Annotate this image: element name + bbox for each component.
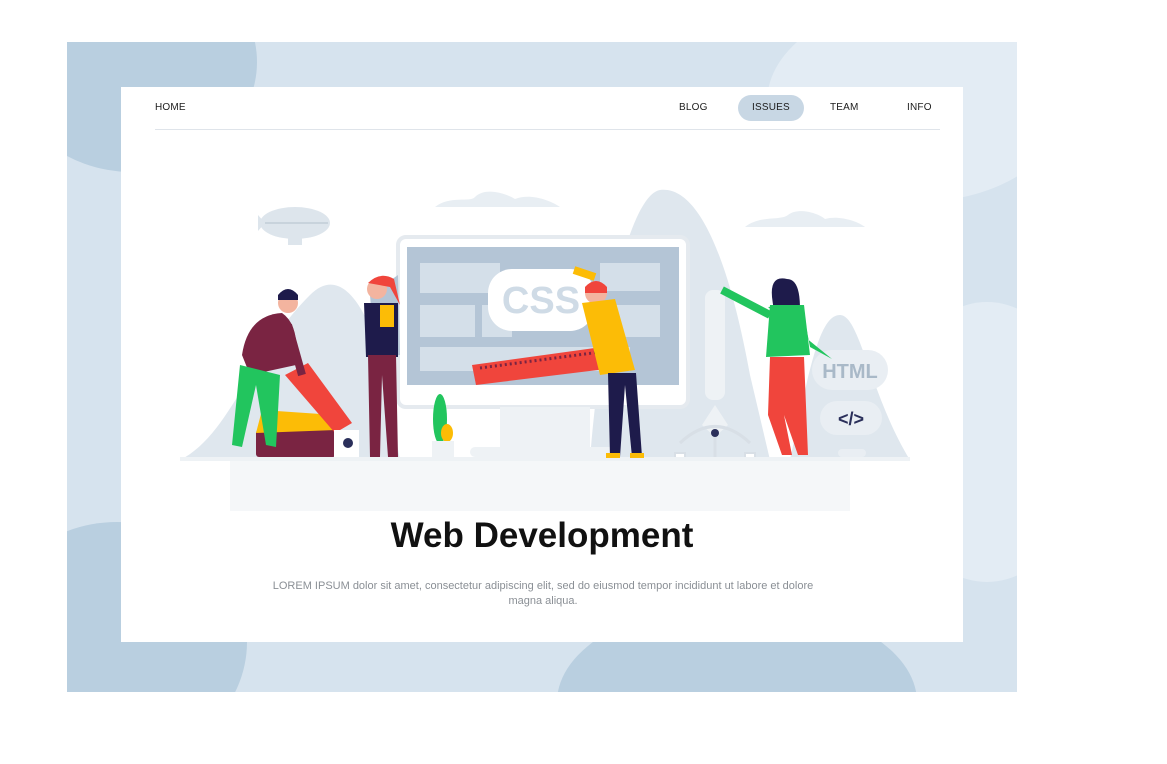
- cloud-shape: [745, 211, 865, 227]
- top-navigation: HOME BLOG ISSUES TEAM INFO: [155, 95, 940, 130]
- nav-info-link[interactable]: INFO: [907, 95, 932, 121]
- code-badge-label: </>: [838, 409, 864, 429]
- css-badge-label: CSS: [502, 280, 580, 322]
- hero-illustration: CSS HTML </>: [180, 189, 910, 511]
- nav-team-link[interactable]: TEAM: [830, 95, 859, 121]
- page-description: LOREM IPSUM dolor sit amet, consectetur …: [272, 580, 814, 607]
- cloud-shape: [435, 191, 560, 207]
- nav-home-link[interactable]: HOME: [155, 95, 186, 121]
- html-badge-label: HTML: [822, 361, 878, 383]
- nav-issues-link[interactable]: ISSUES: [738, 95, 804, 121]
- nav-blog-link[interactable]: BLOG: [679, 95, 708, 121]
- ground-line: [180, 457, 910, 461]
- floor-reflection: [230, 461, 850, 511]
- page-heading: Web Development: [390, 516, 694, 555]
- small-pill: [838, 449, 866, 457]
- blimp-icon: [258, 207, 330, 245]
